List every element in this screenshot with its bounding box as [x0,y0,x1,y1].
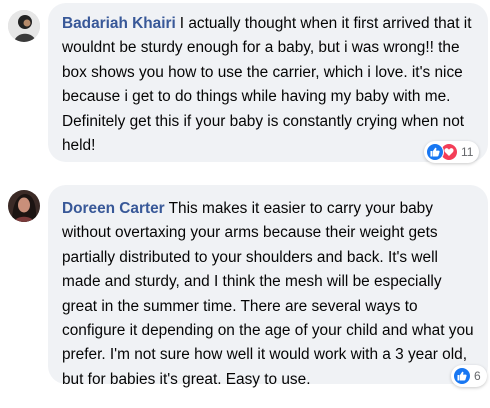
like-icon [453,367,471,385]
comment-author[interactable]: Doreen Carter [62,200,165,217]
comment-author[interactable]: Badariah Khairi [62,15,176,32]
avatar[interactable] [8,10,40,42]
reaction-count: 11 [461,145,474,159]
comment-bubble: Doreen Carter This makes it easier to car… [48,185,488,388]
comment-bubble: Badariah Khairi I actually thought when i… [48,3,488,162]
like-icon [426,143,444,161]
user-avatar-icon [8,10,40,42]
avatar[interactable] [8,190,40,222]
reaction-count: 6 [474,369,481,383]
reactions-summary[interactable]: 11 [424,141,480,163]
reactions-summary[interactable]: 6 [451,365,487,387]
comment-text: I actually thought when it first arrived… [62,15,472,155]
comment-text: This makes it easier to carry your baby … [62,200,474,388]
user-avatar-icon [8,190,40,222]
